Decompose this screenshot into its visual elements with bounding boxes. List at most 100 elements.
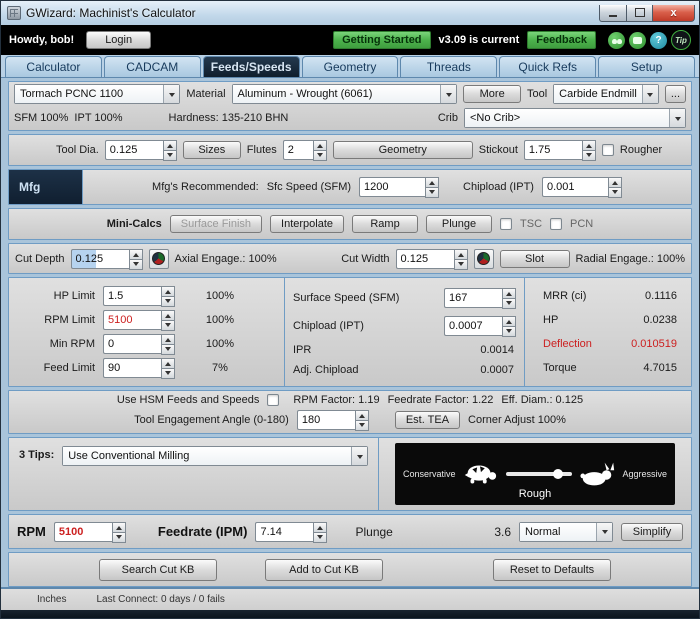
spin-up-icon[interactable] [425, 177, 439, 188]
tab-feeds-speeds[interactable]: Feeds/Speeds [203, 56, 300, 77]
add-to-cut-kb-button[interactable]: Add to Cut KB [265, 559, 383, 581]
cut-depth-input[interactable] [71, 249, 129, 269]
spin-down-icon[interactable] [161, 297, 175, 307]
mfg-chipload-input[interactable] [542, 177, 608, 197]
tab-threads[interactable]: Threads [400, 56, 497, 77]
ramp-button[interactable]: Ramp [352, 215, 418, 233]
surface-finish-button[interactable]: Surface Finish [170, 215, 262, 233]
tab-cadcam[interactable]: CADCAM [104, 56, 201, 77]
rpm-output-input[interactable] [54, 522, 112, 542]
est-tea-button[interactable]: Est. TEA [395, 411, 460, 429]
simplify-button[interactable]: Simplify [621, 523, 683, 541]
radial-gauge-icon[interactable] [474, 249, 494, 269]
axial-gauge-icon[interactable] [149, 249, 169, 269]
crib-select[interactable]: <No Crib> [464, 108, 686, 128]
interpolate-button[interactable]: Interpolate [270, 215, 344, 233]
spin-down-icon[interactable] [163, 151, 177, 161]
login-button[interactable]: Login [86, 31, 151, 49]
chevron-down-icon[interactable] [642, 85, 658, 103]
spin-up-icon[interactable] [502, 316, 516, 327]
tips-select[interactable]: Use Conventional Milling [62, 446, 368, 466]
chevron-down-icon[interactable] [596, 523, 612, 541]
forum-icon[interactable] [629, 32, 646, 49]
tool-detail-button[interactable]: ... [665, 85, 686, 103]
spin-down-icon[interactable] [608, 188, 622, 198]
spin-up-icon[interactable] [129, 249, 143, 260]
help-icon[interactable]: ? [650, 32, 667, 49]
slider-track[interactable] [506, 472, 573, 476]
spin-down-icon[interactable] [161, 345, 175, 355]
spin-up-icon[interactable] [161, 310, 175, 321]
tab-geometry[interactable]: Geometry [302, 56, 399, 77]
plunge-button[interactable]: Plunge [426, 215, 492, 233]
mode-select[interactable]: Normal [519, 522, 613, 542]
tab-calculator[interactable]: Calculator [5, 56, 102, 77]
spin-up-icon[interactable] [355, 410, 369, 421]
chevron-down-icon[interactable] [163, 85, 179, 103]
material-select[interactable]: Aluminum - Wrought (6061) [232, 84, 458, 104]
spin-up-icon[interactable] [454, 249, 468, 260]
spin-down-icon[interactable] [582, 151, 596, 161]
feed-limit-input[interactable] [103, 358, 161, 378]
feedrate-input[interactable] [255, 522, 313, 542]
maximize-button[interactable] [627, 5, 653, 22]
spin-up-icon[interactable] [163, 140, 177, 151]
chevron-down-icon[interactable] [351, 447, 367, 465]
spin-down-icon[interactable] [313, 151, 327, 161]
search-cut-kb-button[interactable]: Search Cut KB [99, 559, 217, 581]
mfg-tab[interactable]: Mfg [9, 170, 83, 204]
spin-up-icon[interactable] [161, 358, 175, 369]
min-rpm-input[interactable] [103, 334, 161, 354]
spin-down-icon[interactable] [161, 321, 175, 331]
hp-limit-input[interactable] [103, 286, 161, 306]
sizes-button[interactable]: Sizes [183, 141, 241, 159]
slot-button[interactable]: Slot [500, 250, 570, 268]
chevron-down-icon[interactable] [440, 85, 456, 103]
machine-select[interactable]: Tormach PCNC 1100 [14, 84, 180, 104]
spin-down-icon[interactable] [129, 260, 143, 270]
spin-up-icon[interactable] [313, 522, 327, 533]
rpm-limit-input[interactable] [103, 310, 161, 330]
more-button[interactable]: More [463, 85, 521, 103]
cut-width-input[interactable] [396, 249, 454, 269]
minimize-button[interactable] [599, 5, 627, 22]
tab-quick-refs[interactable]: Quick Refs [499, 56, 596, 77]
surface-speed-input[interactable] [444, 288, 502, 308]
spin-down-icon[interactable] [112, 533, 126, 543]
rougher-checkbox[interactable] [602, 144, 614, 156]
spin-up-icon[interactable] [313, 140, 327, 151]
chevron-down-icon[interactable] [669, 109, 685, 127]
tea-input[interactable] [297, 410, 355, 430]
stickout-input[interactable] [524, 140, 582, 160]
spin-down-icon[interactable] [161, 369, 175, 379]
spin-up-icon[interactable] [161, 334, 175, 345]
spin-up-icon[interactable] [112, 522, 126, 533]
spin-down-icon[interactable] [502, 327, 516, 337]
slider-knob[interactable] [553, 469, 563, 479]
chipload-input[interactable] [444, 316, 502, 336]
spin-down-icon[interactable] [425, 188, 439, 198]
pcn-checkbox[interactable] [550, 218, 562, 230]
getting-started-button[interactable]: Getting Started [333, 31, 430, 49]
feedback-button[interactable]: Feedback [527, 31, 596, 49]
tsc-checkbox[interactable] [500, 218, 512, 230]
flutes-input[interactable] [283, 140, 313, 160]
tab-setup[interactable]: Setup [598, 56, 695, 77]
close-button[interactable]: x [653, 5, 695, 22]
geometry-button[interactable]: Geometry [333, 141, 473, 159]
tool-dia-input[interactable] [105, 140, 163, 160]
sfc-speed-input[interactable] [359, 177, 425, 197]
hsm-checkbox[interactable] [267, 394, 279, 406]
tool-select[interactable]: Carbide Endmill [553, 84, 659, 104]
spin-up-icon[interactable] [608, 177, 622, 188]
spin-up-icon[interactable] [582, 140, 596, 151]
reset-to-defaults-button[interactable]: Reset to Defaults [493, 559, 611, 581]
spin-down-icon[interactable] [355, 421, 369, 431]
spin-down-icon[interactable] [454, 260, 468, 270]
tip-icon[interactable]: Tip [671, 30, 691, 50]
spin-down-icon[interactable] [502, 299, 516, 309]
spin-down-icon[interactable] [313, 533, 327, 543]
community-icon[interactable] [608, 32, 625, 49]
spin-up-icon[interactable] [502, 288, 516, 299]
spin-up-icon[interactable] [161, 286, 175, 297]
